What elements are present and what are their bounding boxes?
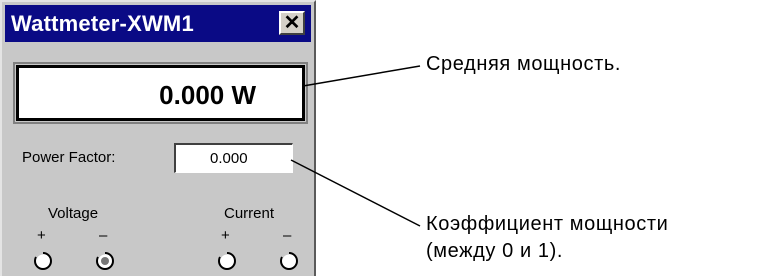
average-power-callout: Средняя мощность.	[426, 53, 622, 75]
power-factor-callout-line1: Коэффициент мощности	[426, 213, 669, 235]
power-factor-callout-line2: (между 0 и 1).	[426, 240, 564, 262]
power-factor-leader	[290, 159, 421, 227]
average-power-leader	[302, 65, 421, 87]
